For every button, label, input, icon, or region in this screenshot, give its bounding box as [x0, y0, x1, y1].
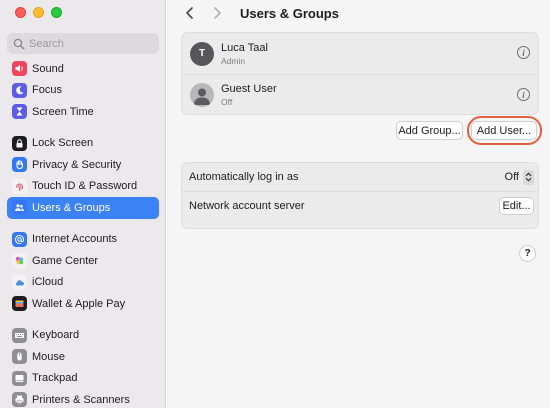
game-center-icon — [12, 253, 27, 269]
login-settings: Automatically log in as Off Network acco… — [181, 162, 539, 229]
sidebar-item-printers-scanners[interactable]: Printers & Scanners — [7, 389, 159, 408]
sidebar-item-label: Internet Accounts — [32, 233, 117, 246]
wallet-icon — [12, 296, 27, 312]
sidebar-item-label: Lock Screen — [32, 137, 94, 150]
sidebar-item-keyboard[interactable]: Keyboard — [7, 325, 159, 347]
fingerprint-icon — [12, 178, 27, 194]
sidebar-item-label: Touch ID & Password — [32, 180, 138, 193]
sidebar-item-game-center[interactable]: Game Center — [7, 250, 159, 272]
search-input[interactable] — [29, 37, 159, 50]
auto-login-row: Automatically log in as Off — [182, 163, 538, 191]
sidebar-item-users-groups[interactable]: Users & Groups — [7, 197, 159, 219]
sidebar-item-label: Mouse — [32, 350, 66, 363]
sidebar-item-screen-time[interactable]: Screen Time — [7, 101, 159, 123]
keyboard-icon — [12, 327, 27, 343]
search-icon — [13, 38, 25, 50]
edit-button[interactable]: Edit... — [499, 197, 534, 215]
network-server-label: Network account server — [189, 199, 305, 212]
sidebar-item-label: Trackpad — [32, 372, 78, 385]
sidebar-item-sound[interactable]: Sound — [7, 58, 159, 80]
sidebar-item-label: Users & Groups — [32, 201, 111, 214]
cloud-icon — [12, 274, 27, 290]
search-field[interactable] — [7, 33, 159, 54]
sidebar-item-label: Wallet & Apple Pay — [32, 297, 126, 310]
info-icon: i — [522, 47, 525, 58]
add-group-button[interactable]: Add Group... — [396, 121, 463, 140]
sidebar-nav: Sound Focus Screen Time Lock Screen Privacy … — [7, 58, 159, 408]
add-user-button[interactable]: Add User... — [471, 121, 537, 140]
sidebar-item-privacy-security[interactable]: Privacy & Security — [7, 154, 159, 176]
window-controls — [15, 7, 62, 18]
sidebar-item-label: Sound — [32, 62, 64, 75]
back-button[interactable] — [181, 4, 199, 22]
sidebar-item-internet-accounts[interactable]: Internet Accounts — [7, 229, 159, 251]
printer-icon — [12, 392, 27, 408]
sidebar-item-label: Focus — [32, 84, 62, 97]
users-icon — [12, 200, 27, 216]
forward-button[interactable] — [208, 4, 226, 22]
main-pane: Users & Groups T Luca Taal Admin i Guest… — [167, 0, 550, 408]
auto-login-popup[interactable]: Off — [505, 168, 534, 186]
zoom-window-button[interactable] — [51, 7, 62, 18]
sidebar-item-lock-screen[interactable]: Lock Screen — [7, 133, 159, 155]
network-server-row: Network account server Edit... — [182, 191, 538, 219]
users-list: T Luca Taal Admin i Guest User Off i — [181, 32, 539, 115]
trackpad-icon — [12, 370, 27, 386]
sidebar-item-label: Screen Time — [32, 105, 94, 118]
help-button[interactable]: ? — [519, 245, 536, 262]
avatar: T — [190, 41, 214, 66]
user-info-button[interactable]: i — [517, 88, 530, 101]
auto-login-value: Off — [504, 171, 519, 183]
auto-login-label: Automatically log in as — [189, 171, 299, 183]
user-row-luca[interactable]: T Luca Taal Admin i — [182, 33, 538, 74]
sidebar-item-focus[interactable]: Focus — [7, 80, 159, 102]
sidebar-item-icloud[interactable]: iCloud — [7, 272, 159, 294]
user-row-guest[interactable]: Guest User Off i — [182, 74, 538, 115]
hourglass-icon — [12, 104, 27, 120]
lock-icon — [12, 135, 27, 151]
page-title: Users & Groups — [240, 5, 339, 21]
user-name: Guest User — [221, 83, 277, 95]
toolbar: Users & Groups — [167, 0, 550, 26]
speaker-icon — [12, 61, 27, 77]
user-role: Off — [221, 97, 233, 107]
user-name: Luca Taal — [221, 41, 268, 54]
info-icon: i — [522, 89, 525, 100]
close-window-button[interactable] — [15, 7, 26, 18]
sidebar-item-label: Printers & Scanners — [32, 393, 130, 406]
sidebar-item-trackpad[interactable]: Trackpad — [7, 368, 159, 390]
hand-icon — [12, 157, 27, 173]
avatar — [190, 83, 214, 107]
sidebar: Sound Focus Screen Time Lock Screen Privacy … — [0, 0, 166, 408]
sidebar-item-mouse[interactable]: Mouse — [7, 346, 159, 368]
chevron-right-icon — [214, 7, 221, 19]
minimize-window-button[interactable] — [33, 7, 44, 18]
sidebar-item-label: iCloud — [32, 276, 64, 289]
moon-icon — [12, 82, 27, 98]
mouse-icon — [12, 349, 27, 365]
sidebar-item-touch-id-password[interactable]: Touch ID & Password — [7, 176, 159, 198]
chevron-left-icon — [186, 7, 193, 19]
chevron-up-down-icon — [523, 169, 534, 185]
sidebar-item-label: Keyboard — [32, 329, 80, 342]
at-icon — [12, 231, 27, 247]
user-role: Admin — [221, 55, 246, 66]
sidebar-item-label: Privacy & Security — [32, 158, 122, 171]
sidebar-item-wallet-apple-pay[interactable]: Wallet & Apple Pay — [7, 293, 159, 315]
person-icon — [194, 88, 210, 105]
sidebar-item-label: Game Center — [32, 254, 99, 267]
user-info-button[interactable]: i — [517, 46, 530, 59]
